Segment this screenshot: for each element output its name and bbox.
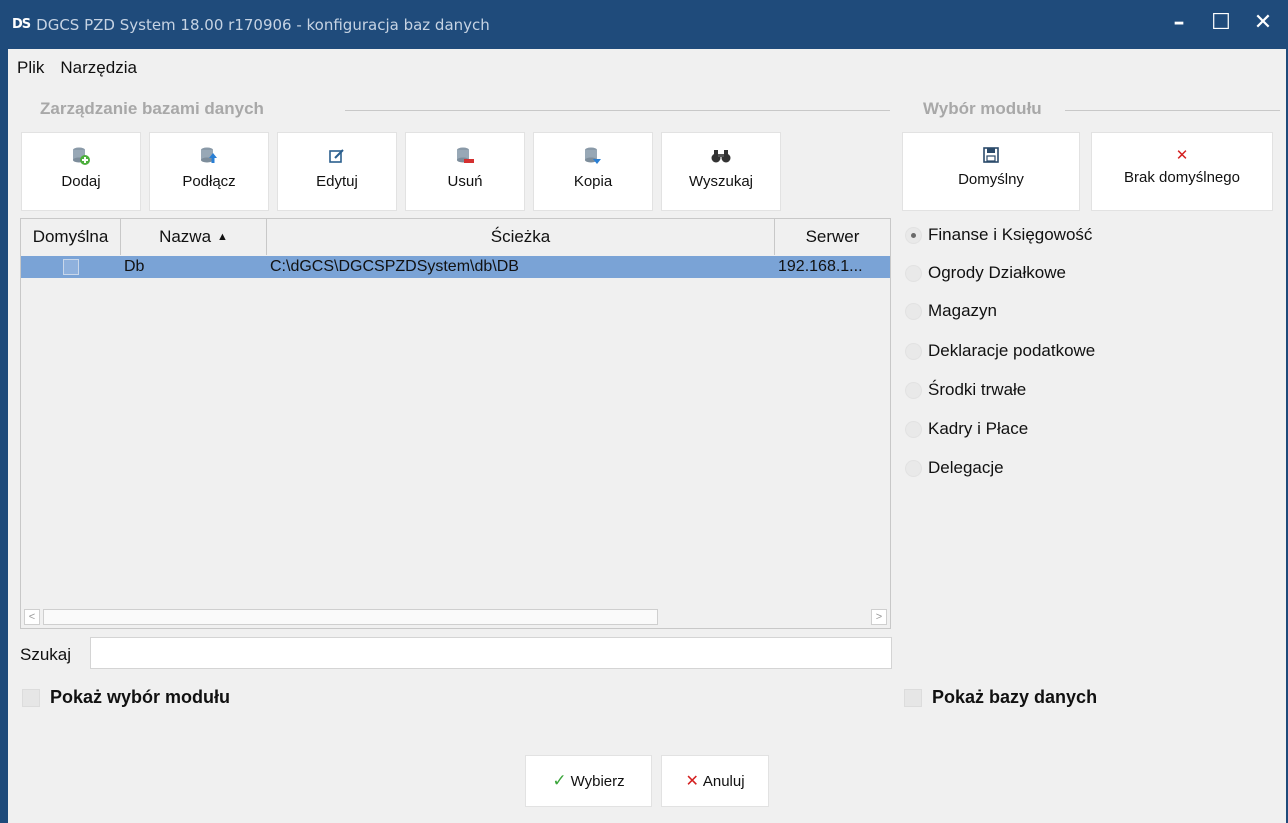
menu-narzedzia[interactable]: Narzędzia	[60, 58, 137, 78]
radio-kadry[interactable]	[905, 420, 922, 438]
column-name-label: Nazwa	[159, 227, 212, 246]
column-name[interactable]: Nazwa ▲	[121, 219, 267, 255]
cancel-button[interactable]: ✕ Anuluj	[661, 755, 769, 807]
set-default-button[interactable]: Domyślny	[902, 132, 1080, 211]
connect-database-label: Podłącz	[182, 173, 236, 190]
edit-database-button[interactable]: Edytuj	[277, 132, 397, 211]
table-header: Domyślna Nazwa ▲ Ścieżka Serwer	[21, 219, 890, 255]
show-databases-label: Pokaż bazy danych	[932, 687, 1098, 707]
remove-database-label: Usuń	[447, 173, 483, 190]
cancel-label: Anuluj	[702, 772, 745, 790]
column-path[interactable]: Ścieżka	[267, 219, 775, 255]
show-module-choice-box[interactable]	[22, 688, 40, 707]
module-option-deklaracje[interactable]: Deklaracje podatkowe	[905, 341, 1095, 361]
module-option-magazyn[interactable]: Magazyn	[905, 301, 997, 321]
module-label-kadry: Kadry i Płace	[928, 419, 1029, 438]
module-label-deklaracje: Deklaracje podatkowe	[928, 341, 1096, 360]
remove-database-button[interactable]: Usuń	[405, 132, 525, 211]
scroll-thumb[interactable]	[43, 609, 658, 625]
row-server: 192.168.1...	[778, 258, 863, 275]
search-database-button[interactable]: Wyszukaj	[661, 132, 781, 211]
module-group-divider	[1065, 110, 1280, 111]
horizontal-scrollbar[interactable]: < >	[21, 606, 890, 628]
database-table[interactable]: Domyślna Nazwa ▲ Ścieżka Serwer Db C:\dG…	[20, 218, 891, 629]
module-option-delegacje[interactable]: Delegacje	[905, 458, 1004, 478]
show-databases-box[interactable]	[904, 688, 922, 707]
connect-database-button[interactable]: Podłącz	[149, 132, 269, 211]
menu-plik[interactable]: Plik	[17, 58, 44, 78]
clear-icon: ✕	[1175, 147, 1189, 164]
search-label: Szukaj	[20, 645, 72, 664]
db-group-divider	[345, 110, 890, 111]
row-path: C:\dGCS\DGCSPZDSystem\db\DB	[270, 258, 519, 275]
choose-button[interactable]: ✓ Wybierz	[525, 755, 652, 807]
app-window: DS DGCS PZD System 18.00 r170906 - konfi…	[0, 0, 1288, 823]
radio-delegacje[interactable]	[905, 459, 922, 477]
window-controls: – ☐ ✕	[1168, 10, 1274, 36]
module-option-finanse[interactable]: Finanse i Księgowość	[905, 225, 1092, 245]
module-option-kadry[interactable]: Kadry i Płace	[905, 419, 1028, 439]
minimize-button[interactable]: –	[1168, 10, 1190, 36]
choose-label: Wybierz	[570, 772, 625, 790]
save-icon	[983, 145, 999, 165]
radio-magazyn[interactable]	[905, 302, 922, 320]
database-connect-icon	[199, 145, 219, 167]
radio-ogrody[interactable]	[905, 264, 922, 282]
module-label-magazyn: Magazyn	[928, 301, 997, 320]
db-group-title: Zarządzanie bazami danych	[40, 99, 264, 118]
backup-database-label: Kopia	[573, 173, 613, 190]
close-button[interactable]: ✕	[1252, 10, 1274, 36]
app-logo: DS	[12, 17, 31, 32]
set-default-label: Domyślny	[958, 171, 1024, 188]
edit-icon	[329, 145, 345, 167]
title-bar[interactable]: DS DGCS PZD System 18.00 r170906 - konfi…	[0, 0, 1288, 49]
search-input[interactable]	[90, 637, 892, 669]
column-server[interactable]: Serwer	[775, 219, 890, 255]
binoculars-icon	[711, 145, 731, 167]
database-add-icon	[71, 145, 91, 167]
scroll-left-arrow[interactable]: <	[24, 609, 40, 625]
add-database-label: Dodaj	[61, 173, 101, 190]
show-module-choice-label: Pokaż wybór modułu	[50, 687, 231, 707]
module-option-ogrody[interactable]: Ogrody Działkowe	[905, 263, 1066, 283]
backup-database-button[interactable]: Kopia	[533, 132, 653, 211]
add-database-button[interactable]: Dodaj	[21, 132, 141, 211]
row-default-checkbox[interactable]	[63, 259, 79, 275]
no-default-button[interactable]: ✕ Brak domyślnego	[1091, 132, 1273, 211]
maximize-button[interactable]: ☐	[1210, 10, 1232, 36]
module-label-delegacje: Delegacje	[928, 458, 1004, 477]
radio-srodki[interactable]	[905, 381, 922, 399]
sort-ascending-icon: ▲	[217, 231, 228, 243]
no-default-label: Brak domyślnego	[1124, 169, 1240, 186]
radio-selected-dot	[911, 232, 916, 238]
cancel-icon: ✕	[685, 773, 699, 790]
checkmark-icon: ✓	[552, 771, 567, 790]
database-backup-icon	[583, 145, 603, 167]
scroll-right-arrow[interactable]: >	[871, 609, 887, 625]
database-remove-icon	[455, 145, 475, 167]
show-databases-checkbox[interactable]: Pokaż bazy danych	[904, 687, 1097, 708]
show-module-choice-checkbox[interactable]: Pokaż wybór modułu	[22, 687, 230, 708]
module-label-ogrody: Ogrody Działkowe	[928, 263, 1066, 282]
module-label-srodki: Środki trwałe	[928, 380, 1027, 399]
row-name: Db	[124, 258, 145, 275]
radio-finanse[interactable]	[905, 226, 922, 244]
edit-database-label: Edytuj	[316, 173, 358, 190]
module-group-title: Wybór modułu	[923, 99, 1042, 118]
radio-deklaracje[interactable]	[905, 342, 922, 360]
module-option-srodki[interactable]: Środki trwałe	[905, 380, 1026, 400]
window-title: DGCS PZD System 18.00 r170906 - konfigur…	[36, 15, 490, 34]
table-row[interactable]: Db C:\dGCS\DGCSPZDSystem\db\DB 192.168.1…	[21, 256, 890, 278]
search-database-label: Wyszukaj	[688, 173, 754, 190]
menu-bar: Plik Narzędzia	[8, 49, 1286, 87]
column-default[interactable]: Domyślna	[21, 219, 121, 255]
dialog-body: Plik Narzędzia Zarządzanie bazami danych…	[8, 49, 1286, 823]
module-label-finanse: Finanse i Księgowość	[928, 225, 1093, 244]
row-default-cell	[21, 256, 121, 278]
